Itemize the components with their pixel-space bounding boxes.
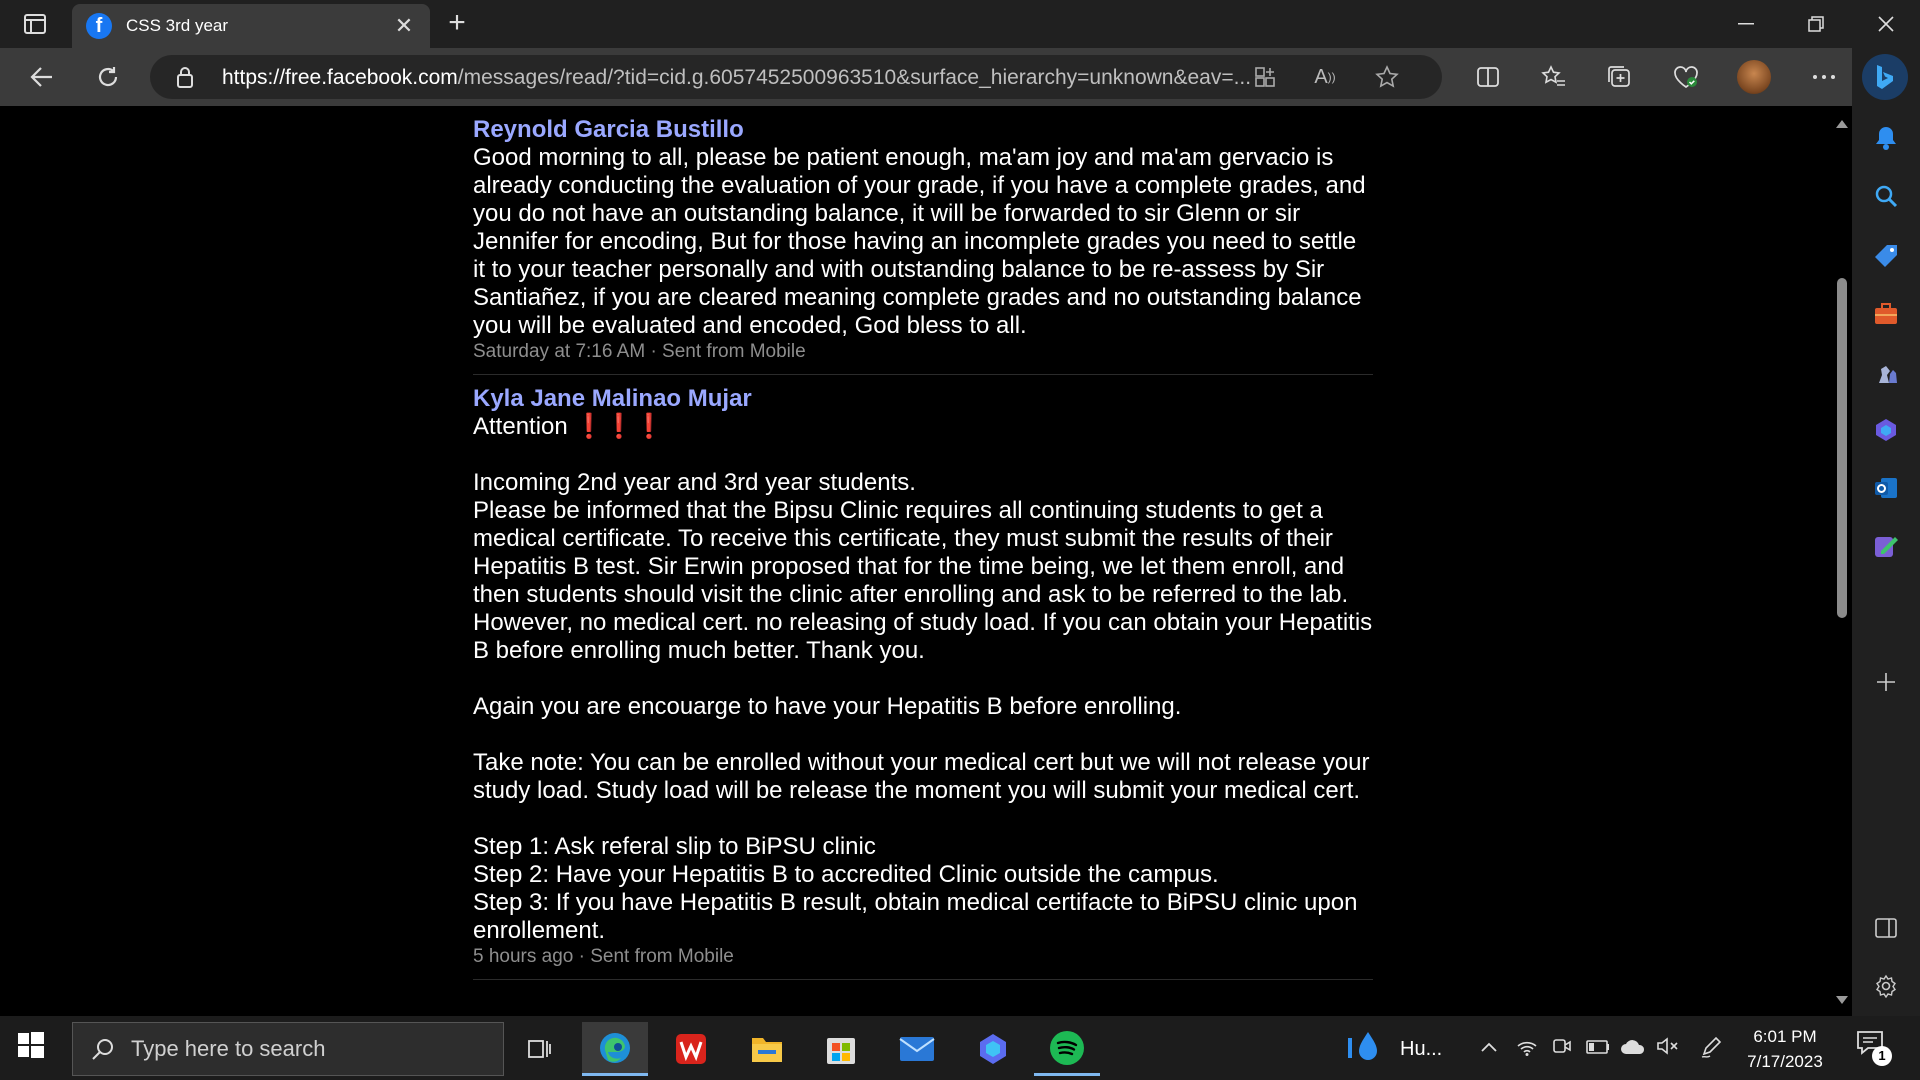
minimize-icon[interactable] [1712,0,1780,48]
close-window-icon[interactable] [1852,0,1920,48]
message-item: Kyla Jane Malinao Mujar Attention ❗❗❗ In… [473,375,1373,980]
tools-briefcase-icon[interactable] [1870,298,1902,330]
scroll-thumb[interactable] [1837,278,1847,618]
spotify-icon[interactable] [1034,1022,1100,1076]
navigation-bar: https://free.facebook.com/messages/read/… [0,48,1920,106]
system-clock[interactable]: 6:01 PM 7/17/2023 [1730,1024,1840,1074]
meet-now-icon[interactable] [1552,1036,1572,1061]
pen-icon[interactable] [1700,1036,1722,1063]
favorite-star-icon[interactable] [1372,64,1402,90]
message-meta: 5 hours ago · Sent from Mobile [473,946,734,967]
wps-office-icon[interactable] [658,1022,724,1076]
notifications-bell-icon[interactable] [1870,122,1902,154]
app-available-icon[interactable] [1250,64,1280,90]
hide-sidebar-icon[interactable] [1870,912,1902,944]
search-icon[interactable] [1870,180,1902,212]
collections-icon[interactable] [1600,58,1640,96]
message-list: Reynold Garcia Bustillo Good morning to … [473,106,1373,980]
edge-sidebar [1852,48,1920,1016]
copilot-app-icon[interactable] [960,1022,1026,1076]
search-placeholder: Type here to search [131,1036,326,1061]
split-screen-icon[interactable] [1468,58,1508,96]
drop-note-icon[interactable] [1870,530,1902,562]
profile-avatar[interactable] [1734,58,1774,96]
vertical-scrollbar[interactable] [1832,106,1852,1016]
tab-actions-icon[interactable] [14,8,56,40]
bing-copilot-icon[interactable] [1862,54,1908,100]
shopping-tag-icon[interactable] [1870,240,1902,272]
message-body: Attention ❗❗❗ Incoming 2nd year and 3rd … [473,413,1373,944]
file-explorer-icon[interactable] [734,1022,800,1076]
sender-link[interactable]: Reynold Garcia Bustillo [473,116,1373,144]
page-content: Reynold Garcia Bustillo Good morning to … [6,106,1820,1016]
mail-icon[interactable] [884,1022,950,1076]
facebook-icon: f [86,13,112,39]
scroll-down-arrow-icon[interactable] [1836,996,1848,1004]
restore-icon[interactable] [1782,0,1850,48]
windows-start-icon[interactable] [18,1032,52,1066]
outlook-icon[interactable] [1870,472,1902,504]
message-meta: Saturday at 7:16 AM · Sent from Mobile [473,341,806,362]
more-options-icon[interactable] [1804,58,1844,96]
refresh-icon[interactable] [88,58,128,96]
search-icon [92,1039,113,1060]
windows-taskbar: Type here to search Hu... 6:01 PM 7/17/2… [0,1016,1920,1080]
address-bar[interactable]: https://free.facebook.com/messages/read/… [150,55,1442,99]
volume-muted-icon[interactable] [1656,1036,1680,1061]
sender-link[interactable]: Kyla Jane Malinao Mujar [473,385,1373,413]
weather-text[interactable]: Hu... [1400,1038,1442,1061]
close-tab-icon[interactable]: ✕ [392,13,416,39]
lock-icon[interactable] [176,66,194,93]
favorites-icon[interactable] [1534,58,1574,96]
wifi-icon[interactable] [1516,1038,1538,1061]
message-body: Good morning to all, please be patient e… [473,144,1373,339]
add-icon[interactable] [1870,666,1902,698]
clock-date: 7/17/2023 [1747,1052,1823,1071]
notification-center-icon[interactable]: 1 [1856,1030,1896,1066]
task-view-icon[interactable] [506,1022,572,1076]
browser-essentials-icon[interactable] [1666,58,1706,96]
games-icon[interactable] [1870,356,1902,388]
tab-title: CSS 3rd year [126,16,229,35]
microsoft-store-icon[interactable] [808,1022,874,1076]
settings-gear-icon[interactable] [1870,970,1902,1002]
new-tab-button[interactable]: + [440,8,474,40]
clock-time: 6:01 PM [1753,1027,1817,1046]
url-text[interactable]: https://free.facebook.com/messages/read/… [222,66,1402,90]
notification-count-badge: 1 [1872,1046,1892,1066]
designer-icon[interactable] [1870,414,1902,446]
title-bar: f CSS 3rd year ✕ + [0,0,1920,48]
scroll-up-arrow-icon[interactable] [1836,120,1848,128]
onedrive-cloud-icon[interactable] [1620,1038,1646,1061]
taskbar-search[interactable]: Type here to search [72,1022,504,1076]
read-aloud-icon[interactable]: A)) [1310,64,1340,90]
weather-icon[interactable] [1346,1030,1386,1071]
tab-active[interactable]: f CSS 3rd year ✕ [72,4,430,48]
message-item: Reynold Garcia Bustillo Good morning to … [473,106,1373,375]
show-hidden-icons-chevron-icon[interactable] [1480,1040,1498,1058]
back-icon[interactable] [22,58,62,96]
edge-taskbar-icon[interactable] [582,1022,648,1076]
battery-icon[interactable] [1586,1040,1610,1059]
